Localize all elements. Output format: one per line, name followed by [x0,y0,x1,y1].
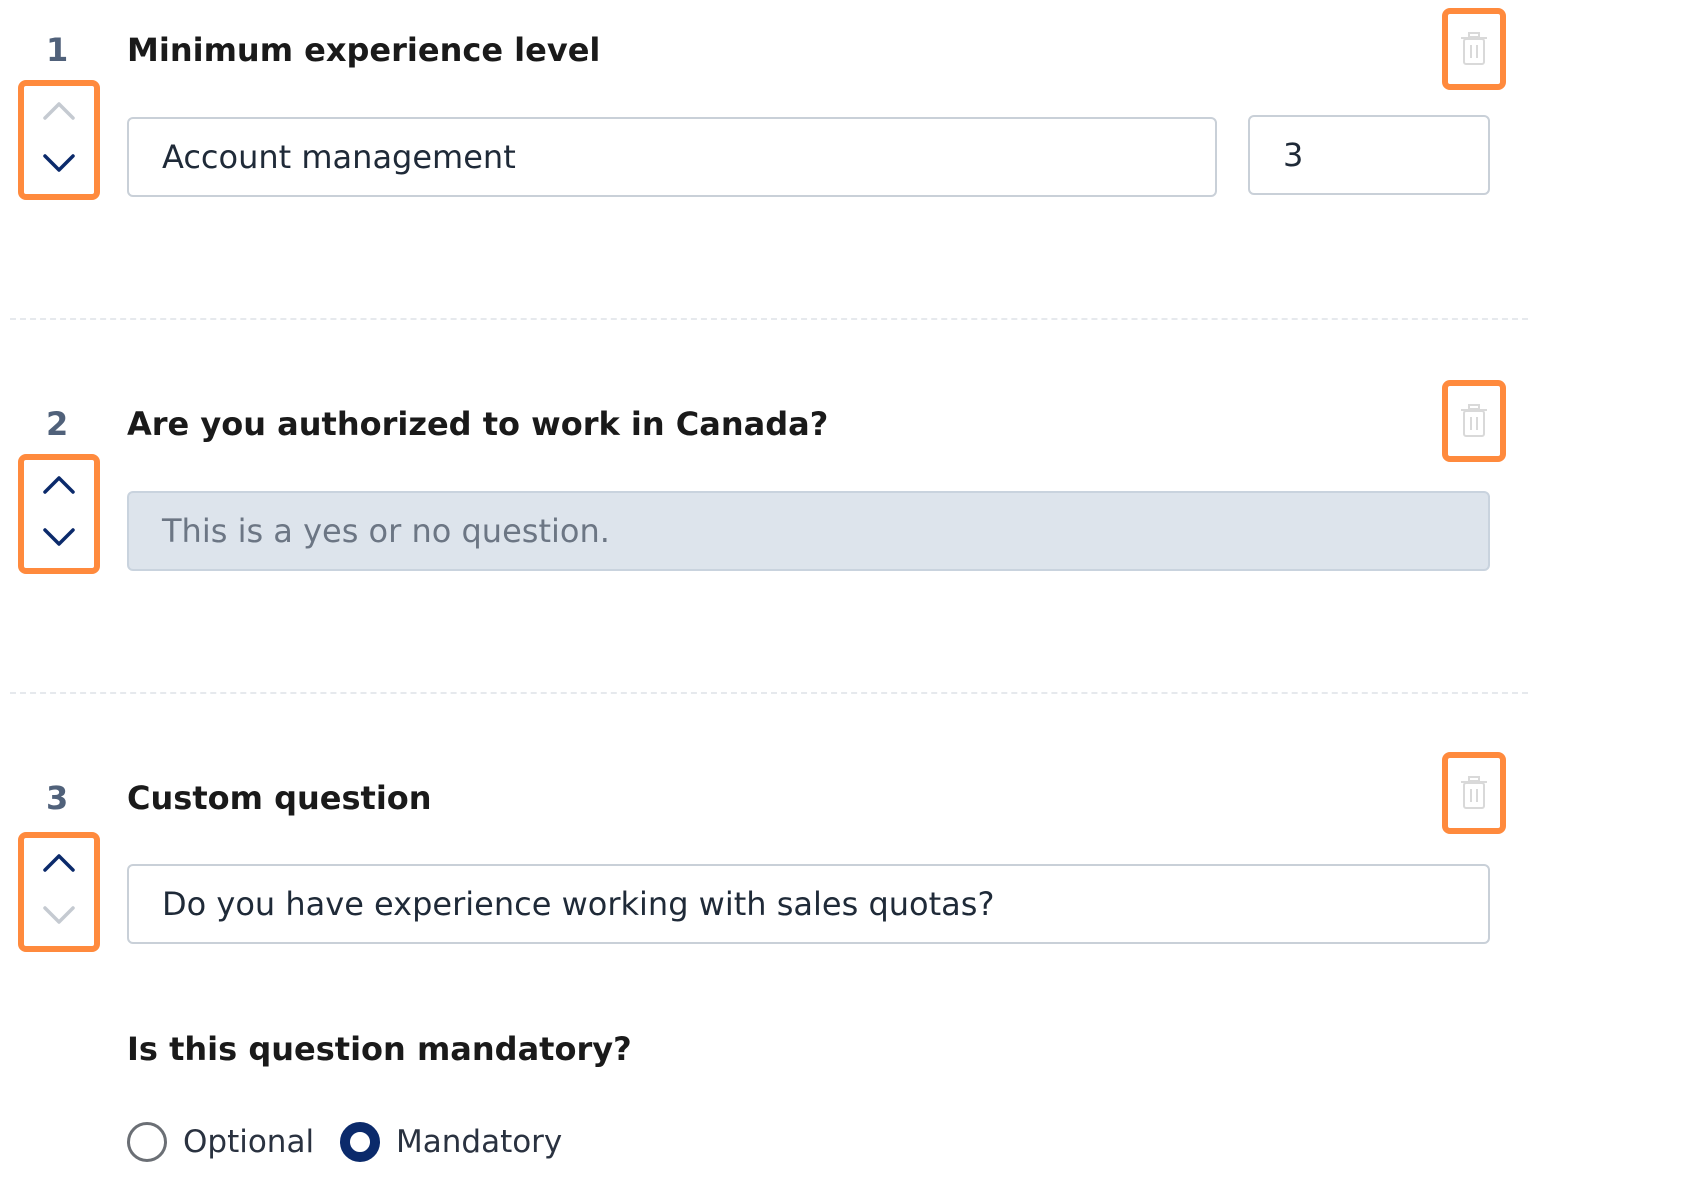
move-down-button[interactable] [39,148,79,178]
custom-question-field[interactable]: Do you have experience working with sale… [127,864,1490,944]
question-number: 3 [46,779,69,817]
chevron-down-icon [43,154,75,172]
reorder-controls [18,80,100,200]
radio-optional[interactable]: Optional [127,1122,314,1162]
mandatory-question-label: Is this question mandatory? [127,1030,632,1068]
chevron-down-icon [43,906,75,924]
question-title: Minimum experience level [127,31,601,69]
question-number: 2 [46,405,69,443]
section-divider [10,692,1528,694]
radio-label-mandatory: Mandatory [396,1124,563,1160]
skill-field[interactable]: Account management [127,117,1217,197]
section-divider [10,318,1528,320]
chevron-up-icon [43,476,75,494]
years-field[interactable]: 3 [1248,115,1490,195]
radio-label-optional: Optional [183,1124,315,1160]
yes-no-info-field: This is a yes or no question. [127,491,1490,571]
chevron-up-icon [43,854,75,872]
move-down-button[interactable] [39,900,79,930]
radio-mandatory[interactable]: Mandatory [340,1122,562,1162]
question-title: Are you authorized to work in Canada? [127,405,829,443]
move-up-button[interactable] [39,848,79,878]
radio-button-checked[interactable] [340,1122,380,1162]
reorder-controls [18,454,100,574]
delete-question-button[interactable] [1442,380,1506,462]
question-number: 1 [46,31,69,69]
move-down-button[interactable] [39,522,79,552]
chevron-down-icon [43,528,75,546]
delete-question-button[interactable] [1442,8,1506,90]
delete-question-button[interactable] [1442,752,1506,834]
chevron-up-icon [43,102,75,120]
move-up-button[interactable] [39,96,79,126]
question-title: Custom question [127,779,432,817]
radio-button-unchecked[interactable] [127,1122,167,1162]
move-up-button[interactable] [39,470,79,500]
reorder-controls [18,832,100,952]
